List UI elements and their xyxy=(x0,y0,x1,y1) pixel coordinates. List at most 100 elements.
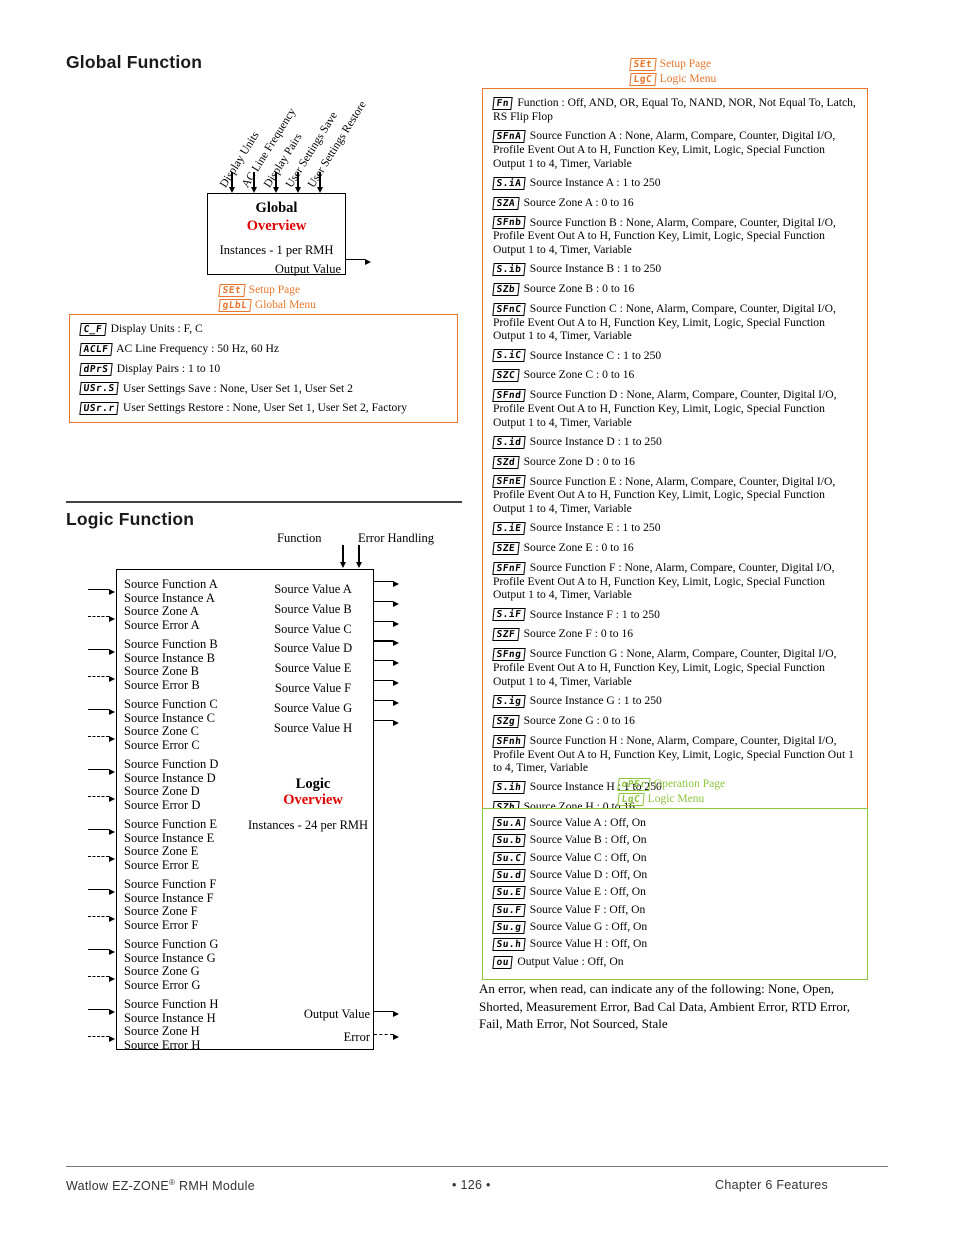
logic-menu-header: SEt Setup Page LgC Logic Menu xyxy=(629,57,716,87)
logic-input-label: Source Zone A xyxy=(124,604,199,619)
parameter-text: Source Value A : Off, On xyxy=(526,816,646,829)
parameter-code: SFnh xyxy=(492,734,526,748)
parameter-code: USr.r xyxy=(79,402,119,416)
logic-input-group: Source Function C Source Instance C Source… xyxy=(124,697,218,752)
logic-error-input-arrow xyxy=(88,916,116,922)
footer-chapter: Chapter 6 Features xyxy=(715,1178,829,1192)
logic-instance-input-arrow xyxy=(88,829,116,835)
logic-input-label: Source Instance C xyxy=(124,710,215,725)
operation-page-label: Operation Page xyxy=(653,778,726,790)
logic-source-value-arrow xyxy=(374,680,400,686)
logic-input-label: Source Zone C xyxy=(124,724,199,739)
logic-source-value-label: Source Value F xyxy=(274,681,352,695)
parameter-code: S.id xyxy=(492,435,526,449)
logic-error-input-arrow xyxy=(88,856,116,862)
parameter-code: SFnF xyxy=(492,561,526,575)
logic-input-label: Source Function H xyxy=(124,997,219,1011)
parameter-row: S.iE Source Instance E : 1 to 250 xyxy=(492,521,858,536)
footer-product-name: Watlow EZ-ZONE xyxy=(66,1179,170,1194)
logic-input-label: Source Error B xyxy=(124,677,200,692)
logic-input-label: Source Instance H xyxy=(124,1010,216,1025)
parameter-row: S.iF Source Instance F : 1 to 250 xyxy=(492,607,858,622)
global-input-arrow xyxy=(251,172,257,193)
parameter-text: Source Value H : Off, On xyxy=(526,937,648,951)
parameter-code: S.ig xyxy=(492,694,526,708)
logic-instance-input-arrow xyxy=(88,589,116,595)
parameter-row: Su.b Source Value B : Off, On xyxy=(492,833,858,848)
parameter-row: SFnh Source Function H : None, Alarm, Co… xyxy=(492,733,858,775)
logic-error-input-arrow xyxy=(88,976,116,982)
parameter-code: SZE xyxy=(492,541,520,555)
parameter-code: S.iF xyxy=(492,608,526,622)
global-instances: Instances - 1 per RMH xyxy=(219,243,334,257)
logic-input-label: Source Function F xyxy=(124,877,217,891)
parameter-text: Source Function G : None, Alarm, Compare… xyxy=(493,647,837,688)
logic-input-label: Source Instance B xyxy=(124,650,215,665)
logic-source-value-arrow xyxy=(374,581,400,587)
manual-page: Global Function Display Units AC Line Fre… xyxy=(0,0,954,1235)
parameter-text: Source Instance F : 1 to 250 xyxy=(526,607,660,621)
parameter-text: Source Function H : None, Alarm, Compare… xyxy=(493,733,854,774)
parameter-code: SFng xyxy=(492,648,526,662)
parameter-code: Fn xyxy=(492,96,514,110)
parameter-text: Source Function E : None, Alarm, Compare… xyxy=(493,474,836,515)
parameter-code: S.iC xyxy=(492,349,526,363)
global-menu-code: gLbL xyxy=(218,299,252,312)
logic-error-input-arrow xyxy=(88,676,116,682)
parameter-row: SFnF Source Function F : None, Alarm, Co… xyxy=(492,561,858,602)
parameter-row: USr.S User Settings Save : None, User Se… xyxy=(79,381,448,396)
parameter-code: Su.E xyxy=(492,886,526,900)
parameter-row: Su.F Source Value F : Off, On xyxy=(492,903,858,917)
parameter-code: ACLF xyxy=(79,342,113,356)
parameter-code: SFnd xyxy=(492,389,526,403)
parameter-text: Source Value G : Off, On xyxy=(526,920,648,934)
parameter-text: Source Instance A : 1 to 250 xyxy=(526,175,661,189)
logic-input-label: Source Error A xyxy=(124,617,200,632)
parameter-code: S.iA xyxy=(492,176,526,190)
logic-input-label: Source Zone E xyxy=(124,844,199,859)
logic-input-group: Source Function G Source Instance G Source… xyxy=(124,937,218,992)
parameter-code: Su.C xyxy=(492,851,526,865)
global-input-arrow xyxy=(229,172,235,193)
parameter-row: Su.d Source Value D : Off, On xyxy=(492,868,858,882)
parameter-code: SZd xyxy=(492,455,520,469)
parameter-text: Source Zone G : 0 to 16 xyxy=(520,713,635,727)
logic-error-input-arrow xyxy=(88,736,116,742)
parameter-text: User Settings Save : None, User Set 1, U… xyxy=(120,381,353,395)
parameter-code: Su.F xyxy=(492,903,526,917)
logic-source-value-arrow xyxy=(374,719,400,726)
logic-input-label: Source Function E xyxy=(124,817,218,831)
logic-overview-block: Source Function A Source Instance A Source… xyxy=(116,569,374,1052)
logic-input-label: Source Zone H xyxy=(124,1024,200,1039)
parameter-row: SFnb Source Function B : None, Alarm, Co… xyxy=(492,216,858,257)
parameter-row: S.ig Source Instance G : 1 to 250 xyxy=(492,694,858,708)
parameter-text: AC Line Frequency : 50 Hz, 60 Hz xyxy=(113,341,280,355)
section-divider xyxy=(66,501,462,503)
logic-input-label: Source Error H xyxy=(124,1037,201,1052)
logic-instance-input-arrow xyxy=(88,889,116,895)
logic-menu-code: LgC xyxy=(629,73,657,86)
parameter-row: SZb Source Zone B : 0 to 16 xyxy=(492,282,858,296)
parameter-row: dPrS Display Pairs : 1 to 10 xyxy=(79,362,448,376)
parameter-text: Source Instance E : 1 to 250 xyxy=(526,521,661,535)
parameter-row: S.ib Source Instance B : 1 to 250 xyxy=(492,262,858,277)
parameter-text: Source Function C : None, Alarm, Compare… xyxy=(493,301,836,343)
parameter-row: ACLF AC Line Frequency : 50 Hz, 60 Hz xyxy=(79,341,448,356)
logic-source-value-arrow xyxy=(374,660,400,667)
operation-menu-header: oPEr Operation Page LgC Logic Menu xyxy=(617,777,726,807)
parameter-row: Su.g Source Value G : Off, On xyxy=(492,920,858,934)
logic-error-input-arrow xyxy=(88,796,116,802)
logic-source-value-arrow xyxy=(374,699,400,706)
parameter-code: ou xyxy=(492,955,514,969)
parameter-text: Source Value C : Off, On xyxy=(526,850,647,864)
logic-input-label: Source Zone D xyxy=(124,784,200,799)
parameter-row: S.id Source Instance D : 1 to 250 xyxy=(492,434,858,449)
logic-source-value-label: Source Value D xyxy=(273,641,353,656)
logic-error-input-arrow xyxy=(88,616,116,622)
parameter-code: SFnb xyxy=(492,216,526,230)
logic-input-group: Source Function A Source Instance A Source… xyxy=(124,577,218,632)
logic-input-label: Source Error C xyxy=(124,737,200,752)
parameter-text: Source Zone C : 0 to 16 xyxy=(520,368,635,382)
parameter-text: Source Instance D : 1 to 250 xyxy=(526,434,662,448)
parameter-code: S.iE xyxy=(492,522,526,536)
